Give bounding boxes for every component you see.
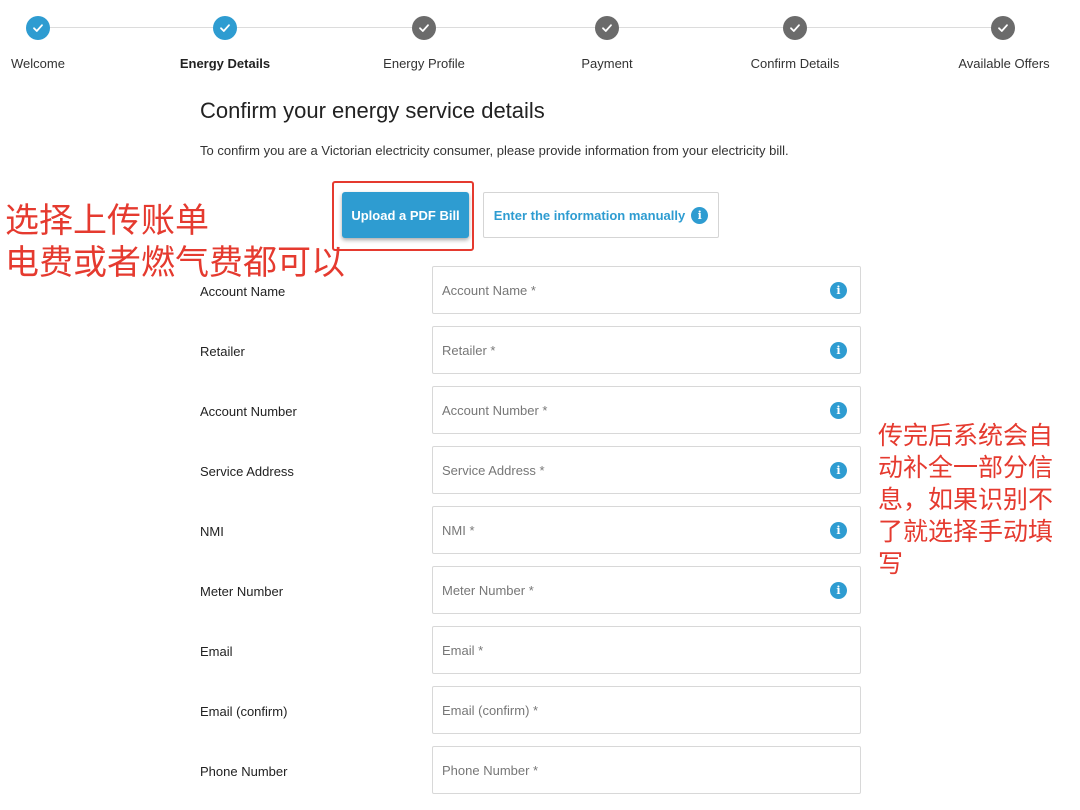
enter-manually-label: Enter the information manually xyxy=(493,207,686,223)
step-label-available-offers: Available Offers xyxy=(958,56,1050,71)
step-connector xyxy=(795,27,1003,28)
form-row-phone-number: Phone Number xyxy=(0,746,1080,794)
step-connector xyxy=(225,27,424,28)
enter-manually-button[interactable]: Enter the information manually i xyxy=(483,192,719,238)
account-name-input[interactable] xyxy=(442,267,822,313)
step-connector xyxy=(424,27,607,28)
info-icon[interactable]: i xyxy=(830,522,847,539)
step-label-payment: Payment xyxy=(581,56,633,71)
email-input[interactable] xyxy=(442,627,822,673)
page-title: Confirm your energy service details xyxy=(200,98,545,123)
meter-number-input[interactable] xyxy=(442,567,822,613)
info-icon[interactable]: i xyxy=(830,282,847,299)
form-row-account-number: Account Number i xyxy=(0,386,1080,434)
annotation-upload-line1: 选择上传账单 xyxy=(5,202,209,240)
retailer-input[interactable] xyxy=(442,327,822,373)
step-welcome-check-icon[interactable] xyxy=(26,16,50,40)
phone-number-field[interactable] xyxy=(432,746,861,794)
email-confirm-field[interactable] xyxy=(432,686,861,734)
step-label-energy-profile: Energy Profile xyxy=(383,56,465,71)
field-label: NMI xyxy=(200,524,224,539)
form-row-email-confirm: Email (confirm) xyxy=(0,686,1080,734)
info-icon[interactable]: i xyxy=(830,582,847,599)
field-label: Email xyxy=(200,644,233,659)
retailer-field[interactable]: i xyxy=(432,326,861,374)
form-row-meter-number: Meter Number i xyxy=(0,566,1080,614)
page-description: To confirm you are a Victorian electrici… xyxy=(200,143,789,158)
info-icon[interactable]: i xyxy=(830,342,847,359)
progress-stepper: Welcome Energy Details Energy Profile Pa… xyxy=(0,0,1080,80)
step-energy-profile-check-icon xyxy=(412,16,436,40)
account-number-input[interactable] xyxy=(442,387,822,433)
form-row-retailer: Retailer i xyxy=(0,326,1080,374)
info-icon[interactable]: i xyxy=(691,206,709,224)
step-confirm-details-check-icon xyxy=(783,16,807,40)
annotation-highlight-box xyxy=(332,181,474,251)
form-row-email: Email xyxy=(0,626,1080,674)
form-row-account-name: Account Name i xyxy=(0,266,1080,314)
step-label-confirm-details: Confirm Details xyxy=(750,56,840,71)
form-row-nmi: NMI i xyxy=(0,506,1080,554)
email-field[interactable] xyxy=(432,626,861,674)
nmi-field[interactable]: i xyxy=(432,506,861,554)
step-energy-details-check-icon[interactable] xyxy=(213,16,237,40)
service-address-input[interactable] xyxy=(442,447,822,493)
step-connector xyxy=(607,27,795,28)
field-label: Email (confirm) xyxy=(200,704,288,719)
field-label: Phone Number xyxy=(200,764,288,779)
nmi-input[interactable] xyxy=(442,507,822,553)
step-label-energy-details[interactable]: Energy Details xyxy=(180,56,270,71)
step-available-offers-check-icon xyxy=(991,16,1015,40)
info-icon[interactable]: i xyxy=(830,462,847,479)
annotation-autofill-note: 传完后系统会自动补全一部分信息，如果识别不了就选择手动填写 xyxy=(878,422,1054,578)
email-confirm-input[interactable] xyxy=(442,687,822,733)
info-icon[interactable]: i xyxy=(830,402,847,419)
meter-number-field[interactable]: i xyxy=(432,566,861,614)
service-address-field[interactable]: i xyxy=(432,446,861,494)
field-label: Service Address xyxy=(200,464,294,479)
phone-number-input[interactable] xyxy=(442,747,822,793)
account-number-field[interactable]: i xyxy=(432,386,861,434)
step-connector xyxy=(38,27,225,28)
field-label: Account Name xyxy=(200,284,286,299)
step-payment-check-icon xyxy=(595,16,619,40)
form-row-service-address: Service Address i xyxy=(0,446,1080,494)
account-name-field[interactable]: i xyxy=(432,266,861,314)
field-label: Meter Number xyxy=(200,584,284,599)
field-label: Retailer xyxy=(200,344,245,359)
field-label: Account Number xyxy=(200,404,297,419)
step-label-welcome[interactable]: Welcome xyxy=(11,56,65,71)
